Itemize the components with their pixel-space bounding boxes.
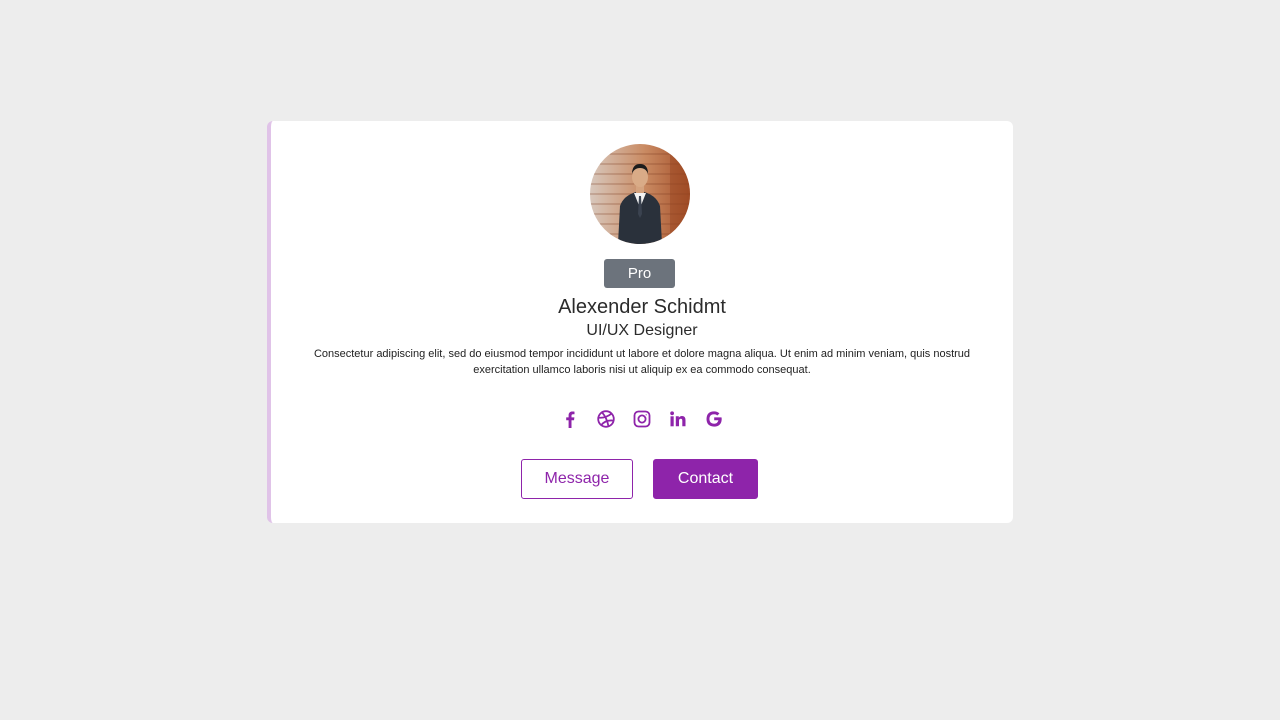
dribbble-icon[interactable] xyxy=(595,408,617,430)
facebook-icon[interactable] xyxy=(559,408,581,430)
social-links xyxy=(559,407,725,431)
instagram-icon[interactable] xyxy=(631,408,653,430)
message-button[interactable]: Message xyxy=(521,459,633,499)
google-icon[interactable] xyxy=(703,408,725,430)
profile-bio: Consectetur adipiscing elit, sed do eius… xyxy=(313,348,971,376)
linkedin-icon[interactable] xyxy=(667,408,689,430)
profile-card: Pro Alexender Schidmt UI/UX Designer Con… xyxy=(267,121,1013,523)
contact-button[interactable]: Contact xyxy=(653,459,758,499)
profile-role: UI/UX Designer xyxy=(586,322,698,339)
pro-badge: Pro xyxy=(604,259,675,288)
profile-name: Alexender Schidmt xyxy=(558,296,726,318)
avatar xyxy=(590,144,690,244)
